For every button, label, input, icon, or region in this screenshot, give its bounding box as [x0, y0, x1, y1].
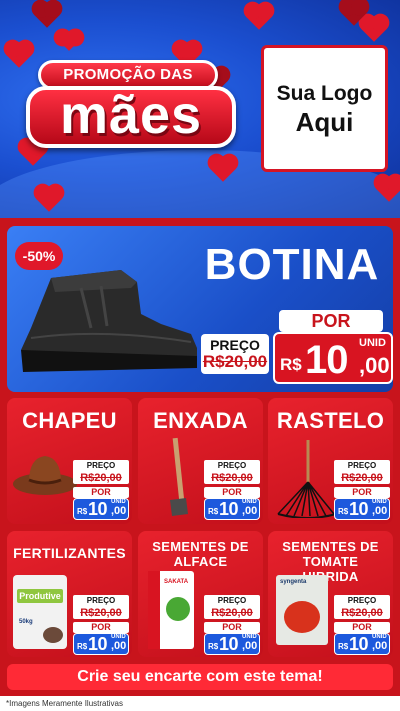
- new-price: R$ 10 UNID ,00: [204, 633, 260, 655]
- price-box: PREÇO R$20,00 POR R$ 10 UNID ,00: [334, 595, 390, 655]
- tomato-image: [284, 601, 320, 633]
- price-decimal: ,00: [111, 640, 127, 652]
- create-flyer-button[interactable]: Crie seu encarte com este tema!: [7, 664, 393, 690]
- product-title: ENXADA: [153, 408, 248, 433]
- price-integer: 10: [349, 634, 369, 654]
- old-price: R$20,00: [202, 352, 268, 371]
- product-card-sementes-alface[interactable]: SEMENTES DE ALFACE SAKATA PREÇO R$20,00 …: [138, 531, 263, 657]
- featured-price-box: R$ 10 UNID ,00: [273, 332, 393, 384]
- old-price: R$20,00: [334, 472, 390, 484]
- price-decimal: ,00: [242, 640, 258, 652]
- featured-old-price-box: PREÇO R$20,00: [201, 334, 269, 374]
- price-integer: 10: [305, 338, 348, 382]
- price-decimal: ,00: [372, 505, 388, 517]
- price-box: PREÇO R$20,00 POR R$ 10 UNID ,00: [204, 460, 260, 520]
- seed-packet-image: SAKATA: [148, 571, 194, 649]
- new-price: R$ 10 UNID ,00: [334, 498, 390, 520]
- old-price: R$20,00: [73, 607, 129, 619]
- promo-title-line2: mães: [26, 86, 236, 148]
- hat-image: [13, 456, 77, 495]
- price-decimal: ,00: [359, 353, 390, 378]
- old-price: R$20,00: [334, 607, 390, 619]
- product-title: CHAPEU: [22, 408, 117, 433]
- product-card-rastelo[interactable]: RASTELO PREÇO R$20,00 POR R$ 10 UNID ,00: [268, 398, 393, 524]
- por-label: POR: [204, 622, 260, 633]
- old-price: R$20,00: [204, 607, 260, 619]
- old-price: R$20,00: [204, 472, 260, 484]
- boot-image: [21, 270, 197, 372]
- new-price: R$ 10 UNID ,00: [204, 498, 260, 520]
- currency: R$: [208, 507, 219, 516]
- price-integer: 10: [219, 499, 239, 519]
- product-card-sementes-tomate[interactable]: SEMENTES DE TOMATE HIBRIDA syngenta PREÇ…: [268, 531, 393, 657]
- unit-label: UNID: [359, 337, 386, 349]
- logo-placeholder[interactable]: Sua Logo Aqui: [261, 45, 388, 172]
- heart-icon: [6, 42, 32, 68]
- disclaimer-text: *Imagens Meramente Ilustrativas: [6, 699, 123, 708]
- preco-label: PREÇO: [334, 460, 390, 472]
- logo-line2: Aqui: [295, 107, 354, 137]
- price-integer: 10: [88, 499, 108, 519]
- currency: R$: [338, 642, 349, 651]
- new-price: R$ 10 UNID ,00: [73, 633, 129, 655]
- price-decimal: ,00: [111, 505, 127, 517]
- preco-label: PREÇO: [334, 595, 390, 607]
- heart-icon: [59, 31, 79, 51]
- hoe-image: [170, 437, 188, 516]
- price-decimal: ,00: [372, 640, 388, 652]
- por-label: POR: [73, 622, 129, 633]
- price-decimal: ,00: [242, 505, 258, 517]
- packet-stripe: [148, 571, 160, 649]
- price-box: PREÇO R$20,00 POR R$ 10 UNID ,00: [204, 595, 260, 655]
- currency: R$: [338, 507, 349, 516]
- header-banner: PROMOÇÃO DAS mães Sua Logo Aqui: [0, 0, 400, 218]
- packet-brand: SAKATA: [164, 579, 189, 585]
- granules: [43, 627, 63, 643]
- packet-brand: syngenta: [280, 579, 307, 585]
- preco-label: PREÇO: [204, 595, 260, 607]
- product-title: SEMENTES DE ALFACE: [152, 539, 249, 569]
- price-integer: 10: [349, 499, 369, 519]
- old-price: R$20,00: [73, 472, 129, 484]
- currency: R$: [77, 507, 88, 516]
- price-integer: 10: [88, 634, 108, 654]
- price-box: PREÇO R$20,00 POR R$ 10 UNID ,00: [334, 460, 390, 520]
- heart-icon: [34, 2, 60, 28]
- price-box: PREÇO R$20,00 POR R$ 10 UNID ,00: [73, 595, 129, 655]
- product-card-enxada[interactable]: ENXADA PREÇO R$20,00 POR R$ 10 UNID ,00: [138, 398, 263, 524]
- por-label: POR: [334, 622, 390, 633]
- seed-packet-image: syngenta: [276, 575, 328, 645]
- product-card-chapeu[interactable]: CHAPEU PREÇO R$20,00 POR R$ 10 UNID ,00: [7, 398, 132, 524]
- por-label: POR: [334, 487, 390, 498]
- heart-icon: [361, 16, 387, 42]
- currency: R$: [208, 642, 219, 651]
- preco-label: PREÇO: [204, 460, 260, 472]
- logo-line1: Sua Logo: [276, 82, 373, 105]
- por-label: POR: [73, 487, 129, 498]
- new-price: R$ 10 UNID ,00: [334, 633, 390, 655]
- por-label: POR: [279, 310, 383, 332]
- featured-product-card[interactable]: -50% BOTINA PREÇO R$20,00 POR R$ 10 UNID…: [7, 226, 393, 392]
- fertilizer-bag-image: Produtive 50kg: [13, 575, 67, 649]
- price-integer: 10: [219, 634, 239, 654]
- price-box: PREÇO R$20,00 POR R$ 10 UNID ,00: [73, 460, 129, 520]
- product-title: RASTELO: [276, 408, 385, 433]
- new-price: R$ 10 UNID ,00: [73, 498, 129, 520]
- fertilizer-brand: Produtive: [17, 589, 63, 603]
- product-card-fertilizantes[interactable]: FERTILIZANTES Produtive 50kg PREÇO R$20,…: [7, 531, 132, 657]
- por-label: POR: [204, 487, 260, 498]
- lettuce-image: [166, 597, 190, 621]
- preco-label: PREÇO: [210, 337, 260, 353]
- rake-image: [277, 440, 337, 518]
- discount-badge: -50%: [15, 242, 63, 270]
- fertilizer-weight: 50kg: [19, 619, 33, 625]
- preco-label: PREÇO: [73, 460, 129, 472]
- featured-title: BOTINA: [204, 240, 380, 289]
- preco-label: PREÇO: [73, 595, 129, 607]
- product-title: FERTILIZANTES: [13, 545, 126, 561]
- currency: R$: [77, 642, 88, 651]
- heart-icon: [246, 4, 272, 30]
- currency: R$: [280, 355, 302, 374]
